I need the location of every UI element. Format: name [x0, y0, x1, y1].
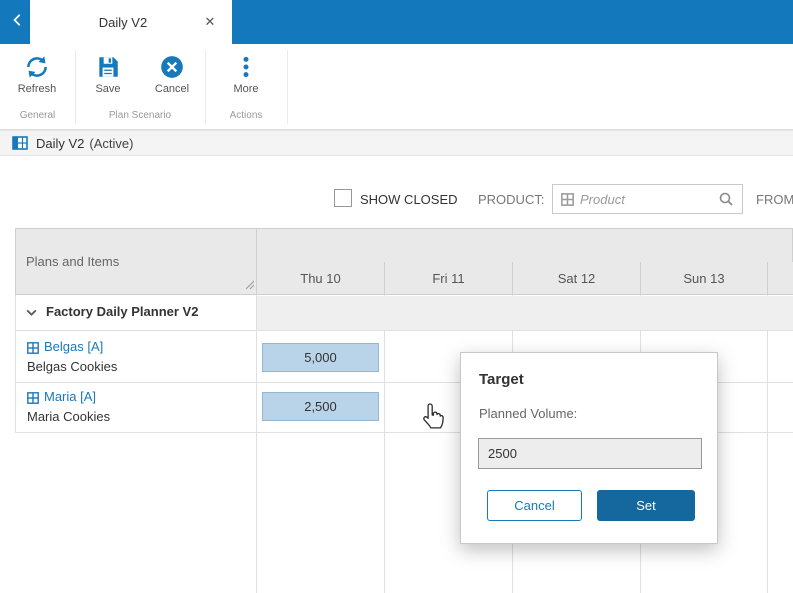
- view-status: (Active): [89, 136, 133, 151]
- toolbar-separator: [287, 50, 288, 124]
- refresh-icon: [24, 54, 50, 80]
- column-header-sat-12[interactable]: Sat 12: [512, 262, 640, 295]
- toolbar-group-actions: Actions: [205, 110, 287, 121]
- collapse-chevron-icon[interactable]: [25, 306, 38, 319]
- planner-grid-icon: [12, 135, 28, 151]
- top-bar: Daily V2 ✕: [0, 0, 793, 44]
- show-closed-checkbox[interactable]: [334, 189, 352, 207]
- planned-cell-belgas-thu[interactable]: 5,000: [262, 343, 379, 372]
- tab-daily-v2[interactable]: Daily V2 ✕: [30, 0, 232, 44]
- toolbar-group-general: General: [0, 110, 75, 121]
- product-search-input[interactable]: [580, 192, 714, 207]
- grid-column-line: [767, 295, 768, 593]
- more-button[interactable]: More: [221, 54, 271, 95]
- item-grid-icon: [27, 391, 39, 403]
- column-header-partial: [767, 262, 793, 295]
- search-icon[interactable]: [718, 191, 734, 207]
- more-options-icon: [233, 54, 259, 80]
- tab-close-icon[interactable]: ✕: [202, 14, 218, 30]
- planned-cell-maria-thu[interactable]: 2,500: [262, 392, 379, 421]
- item-link-belgas[interactable]: Belgas [A]: [44, 339, 103, 354]
- refresh-button[interactable]: Refresh: [12, 54, 62, 95]
- grid-column-line: [256, 295, 257, 593]
- grid-left-border: [15, 295, 16, 432]
- planned-volume-label: Planned Volume:: [479, 406, 577, 421]
- cancel-button[interactable]: Cancel: [147, 54, 197, 95]
- plans-and-items-header: Plans and Items: [15, 228, 257, 295]
- save-label: Save: [95, 83, 120, 95]
- tab-title: Daily V2: [44, 15, 202, 30]
- item-name-maria: Maria Cookies: [27, 409, 110, 424]
- column-header-sun-13[interactable]: Sun 13: [640, 262, 767, 295]
- item-link-maria[interactable]: Maria [A]: [44, 389, 96, 404]
- grid-column-line: [384, 295, 385, 593]
- cancel-label: Cancel: [155, 83, 189, 95]
- toolbar-group-plan-scenario: Plan Scenario: [75, 110, 205, 121]
- column-header-strip: [256, 228, 793, 263]
- cancel-icon: [159, 54, 185, 80]
- column-header-thu-10[interactable]: Thu 10: [256, 262, 384, 295]
- refresh-label: Refresh: [18, 83, 57, 95]
- resize-handle[interactable]: [244, 277, 254, 292]
- save-icon: [95, 54, 121, 80]
- back-button[interactable]: [6, 10, 30, 34]
- target-dialog: Target Planned Volume: Cancel Set: [460, 352, 718, 544]
- view-header-bar: Daily V2 (Active): [0, 130, 793, 156]
- plans-and-items-label: Plans and Items: [26, 254, 119, 269]
- show-closed-label: SHOW CLOSED: [360, 192, 458, 207]
- from-filter-label: FROM: [756, 192, 793, 207]
- chevron-left-icon: [11, 13, 25, 32]
- item-grid-icon: [27, 341, 39, 353]
- view-title: Daily V2: [36, 136, 84, 151]
- dialog-title: Target: [479, 371, 524, 388]
- more-label: More: [233, 83, 258, 95]
- product-filter-label: PRODUCT:: [478, 192, 544, 207]
- dialog-set-button[interactable]: Set: [597, 490, 695, 521]
- dialog-cancel-button[interactable]: Cancel: [487, 490, 582, 521]
- grid-row-line: [15, 330, 793, 331]
- product-search-box: [552, 184, 743, 214]
- group-row-background: [257, 296, 793, 330]
- column-header-fri-11[interactable]: Fri 11: [384, 262, 512, 295]
- item-name-belgas: Belgas Cookies: [27, 359, 117, 374]
- plan-group-label: Factory Daily Planner V2: [46, 304, 198, 319]
- save-button[interactable]: Save: [83, 54, 133, 95]
- ribbon-toolbar: Refresh Save Cancel: [0, 44, 793, 130]
- product-grid-icon: [561, 193, 574, 206]
- planned-volume-input[interactable]: [478, 438, 702, 469]
